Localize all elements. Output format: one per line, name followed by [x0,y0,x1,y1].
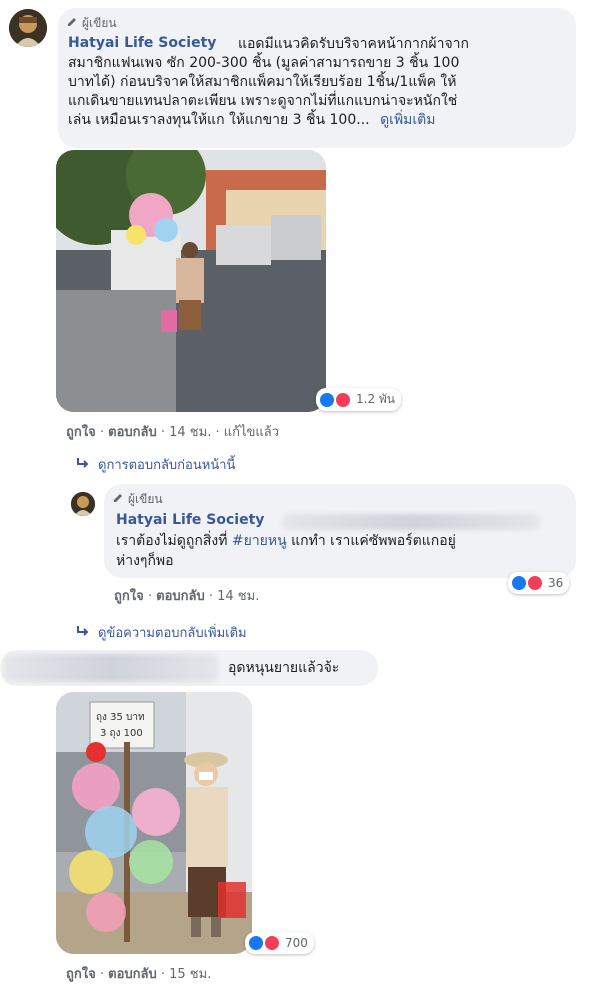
avatar-image [9,9,47,47]
like-button[interactable]: ถูกใจ [66,425,96,440]
separator: · [160,967,170,982]
comment-text-line-1: สมาชิกแฟนเพจ ซัก 200-300 ชิ้น (มูลค่าสาม… [68,55,460,71]
author-badge: ผู้เขียน [112,490,163,509]
reply-button[interactable]: ตอบกลับ [108,425,157,440]
separator: · [99,967,109,982]
separator: · [215,425,224,440]
vendor-photo: ถุง 35 บาท 3 ถุง 100 [56,692,252,954]
avatar-image [71,492,95,516]
pen-icon [112,492,124,507]
separator: · [99,425,109,440]
comment-timestamp[interactable]: 14 ชม. [169,425,211,440]
reply-timestamp[interactable]: 14 ชม. [217,589,259,604]
comment-bubble: ผู้เขียน Hatyai Life Society แอดมีแนวคิด… [58,8,576,148]
comment-text-line-3: แกเดินขายแทนปลาตะเพียน เพราะดูจากไม่ที่แ… [68,93,458,109]
street-photo [56,150,326,412]
price-sign-line-2: 3 ถุง 100 [100,728,143,739]
reply-arrow-icon [76,457,90,473]
author-badge-label: ผู้เขียน [128,492,163,506]
view-more-replies-label: ดูข้อความตอบกลับเพิ่มเติม [98,626,247,641]
comment-text-line-4: เล่น เหมือนเราลงทุนให้แก ให้แกขาย 3 ชิ้น… [68,111,436,130]
comment2-photo[interactable]: ถุง 35 บาท 3 ถุง 100 [56,692,252,954]
like-reaction-icon [247,934,265,952]
reply-text-end: แกทำ เราแค่ซัพพอร์ตแกอยู่ [291,533,456,549]
price-sign-line-1: ถุง 35 บาท [96,712,145,723]
pen-icon [66,16,78,31]
reply-bubble: ผู้เขียน Hatyai Life Society เราต้องไม่ด… [104,484,576,578]
edited-label: แก้ไขแล้ว [223,425,280,440]
view-previous-replies-label: ดูการตอบกลับก่อนหน้านี้ [98,458,236,473]
reply-reaction-summary[interactable]: 36 [508,572,570,594]
author-avatar[interactable] [9,9,47,47]
reaction-summary[interactable]: 1.2 พัน [316,388,402,411]
author-badge-label: ผู้เขียน [82,16,117,30]
reaction-count: 700 [285,936,308,950]
comment-photo[interactable] [56,150,326,412]
comment2-timestamp[interactable]: 15 ชม. [169,967,211,982]
reply-button[interactable]: ตอบกลับ [156,589,205,604]
blurred-author-name [4,654,218,682]
view-previous-replies[interactable]: ดูการตอบกลับก่อนหน้านี้ [76,454,235,475]
reply-author-avatar[interactable] [71,492,95,516]
comment2-text: อุดหนุนยายแล้วจ้ะ [228,660,340,676]
reply-button[interactable]: ตอบกลับ [108,967,157,982]
reaction-count: 36 [548,576,564,590]
reply-text-start: เราต้องไม่ดูถูกสิ่งที่ [116,533,228,549]
hashtag-link[interactable]: #ยายหนู [232,533,287,549]
comment-text-line-2: บาทได้) ก่อนบริจาคให้สมาชิกแพ็คมาให้เรีย… [68,74,457,90]
like-reaction-icon [510,574,528,592]
reaction-count: 1.2 พัน [356,392,396,406]
view-more-replies[interactable]: ดูข้อความตอบกลับเพิ่มเติม [76,622,247,643]
love-reaction-icon [263,934,281,952]
reply-text-line-1: ห่างๆก็พอ [116,553,174,569]
separator: · [147,589,157,604]
love-reaction-icon [526,574,544,592]
comment-actions: ถูกใจ · ตอบกลับ · 14 ชม. · แก้ไขแล้ว [66,421,279,442]
love-reaction-icon [334,390,352,409]
comment2-reaction-summary[interactable]: 700 [245,932,314,954]
like-button[interactable]: ถูกใจ [114,589,144,604]
separator: · [208,589,218,604]
comment-text-line-0: แอดมีแนวคิดรับบริจาคหน้ากากผ้าจาก [238,36,469,52]
reply-actions: ถูกใจ · ตอบกลับ · 14 ชม. [114,585,259,606]
reply-arrow-icon [76,625,90,641]
comment2-actions: ถูกใจ · ตอบกลับ · 15 ชม. [66,963,211,984]
comment-author-name[interactable]: Hatyai Life Society [68,35,216,51]
like-button[interactable]: ถูกใจ [66,967,96,982]
blurred-tag [282,514,540,530]
comment2-bubble: อุดหนุนยายแล้วจ้ะ [0,650,378,686]
see-more-link[interactable]: ดูเพิ่มเติม [380,112,435,128]
comment-text-line-4-text: เล่น เหมือนเราลงทุนให้แก ให้แกขาย 3 ชิ้น… [68,112,370,128]
reply-text-line-0: เราต้องไม่ดูถูกสิ่งที่ #ยายหนู แกทำ เราแ… [116,532,456,551]
like-reaction-icon [318,390,336,409]
separator: · [160,425,170,440]
author-badge: ผู้เขียน [66,14,117,33]
reply-author-name[interactable]: Hatyai Life Society [116,512,264,528]
